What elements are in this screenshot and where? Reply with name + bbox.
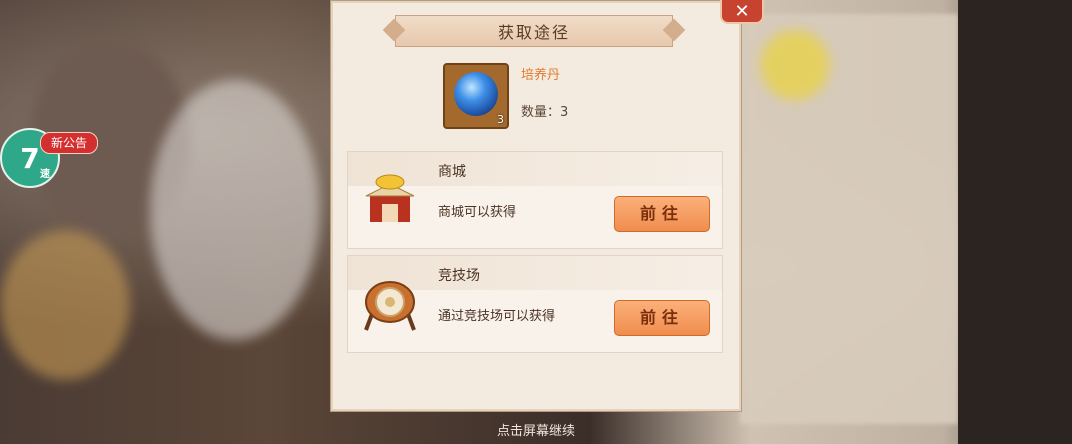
tap-to-continue-hint: 点击屏幕继续 [496,424,575,439]
source-card-arena: 竞技场 通过竞技场可以获得 前往 [347,255,723,353]
source-desc-shop: 商城可以获得 [438,205,517,220]
source-name-arena: 竞技场 [438,268,480,284]
item-name: 培养丹 [521,68,561,83]
item-quantity: 数量：3 [521,105,569,120]
close-icon[interactable]: ✕ [720,0,764,24]
arena-drum-icon [364,281,416,331]
source-card-shop: 商城 商城可以获得 前往 [347,151,723,249]
item-count-badge: 3 [497,113,504,126]
source-desc-arena: 通过竞技场可以获得 [438,309,556,324]
go-button-shop[interactable]: 前往 [614,196,710,232]
speed-number: 7 [20,141,40,175]
dialog-title: 获取途径 [395,15,673,47]
shop-icon [365,174,415,222]
item-icon: 3 [443,63,509,129]
blue-orb-icon [454,72,498,116]
new-notice-badge[interactable]: 新公告 [40,132,99,154]
source-name-shop: 商城 [438,164,466,180]
acquisition-dialog: 获取途径 3 培养丹 数量：3 商城 商城可以获得 前往 竞技场 通过竞技场可以… [330,0,742,412]
speed-label: 速 [40,169,50,180]
go-button-arena[interactable]: 前往 [614,300,710,336]
